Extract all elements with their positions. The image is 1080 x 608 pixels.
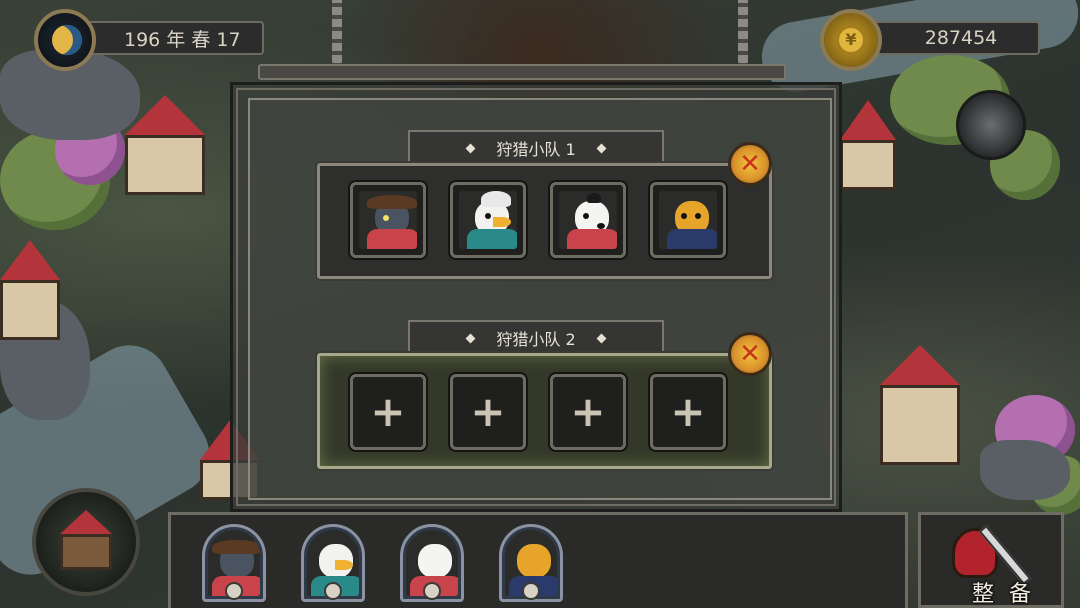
panel-top-bar <box>258 64 786 80</box>
hero-portrait-button[interactable] <box>956 90 1026 160</box>
squad-2-slot-1[interactable]: + <box>350 374 426 450</box>
coin-display: 287454 <box>862 21 1040 55</box>
squad-2-close-icon[interactable]: ✕ <box>728 332 772 376</box>
shield-icon <box>225 582 243 600</box>
add-member-icon: + <box>370 387 406 436</box>
coin-icon: ¥ <box>820 9 882 71</box>
coin-amount: 287454 <box>924 27 998 49</box>
date-text: 196 年 春 17 <box>124 28 241 51</box>
leopard-portrait-icon <box>659 191 717 249</box>
squad-2-slot-2[interactable]: + <box>450 374 526 450</box>
house-icon <box>60 510 112 570</box>
panel-chain-right <box>738 0 748 65</box>
squad-1-header: 狩猎小队 1 <box>408 130 664 164</box>
village-map-button[interactable] <box>32 488 140 596</box>
polar-bear-portrait-icon <box>559 191 617 249</box>
squad-2-header: 狩猎小队 2 <box>408 320 664 354</box>
squad-1-slot-3[interactable] <box>550 182 626 258</box>
equip-button-label: 整 备 <box>972 582 1035 607</box>
heart-icon <box>522 582 540 600</box>
squad-2-slot-4[interactable]: + <box>650 374 726 450</box>
buffalo-pirate-portrait-icon <box>359 191 417 249</box>
eagle-portrait-icon <box>459 191 517 249</box>
add-member-icon: + <box>470 387 506 436</box>
add-member-icon: + <box>670 387 706 436</box>
squad-2-title: 狩猎小队 2 <box>496 330 576 349</box>
add-member-icon: + <box>570 387 606 436</box>
season-moon-icon <box>34 9 96 71</box>
squad-1-slot-2[interactable] <box>450 182 526 258</box>
panel-chain-left <box>332 0 342 65</box>
squad-2-slot-3[interactable]: + <box>550 374 626 450</box>
squad-1-slot-4[interactable] <box>650 182 726 258</box>
squad-1-close-icon[interactable]: ✕ <box>728 142 772 186</box>
squad-1-slot-1[interactable] <box>350 182 426 258</box>
claw-icon <box>324 582 342 600</box>
date-display: 196 年 春 17 <box>72 21 264 55</box>
squad-1-title: 狩猎小队 1 <box>496 140 576 159</box>
lightning-icon <box>423 582 441 600</box>
